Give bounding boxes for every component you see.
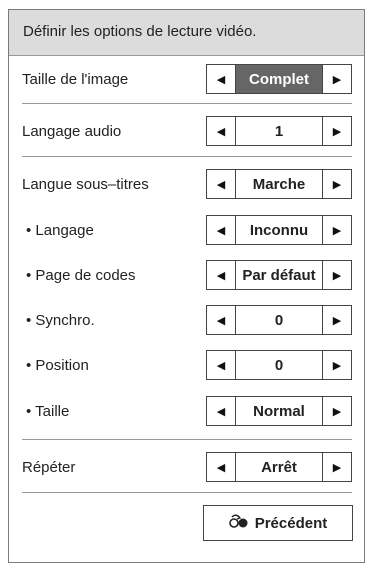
right-arrow-icon[interactable]: ▶ — [322, 260, 352, 290]
divider — [22, 492, 352, 493]
back-icon — [228, 514, 249, 532]
back-button[interactable]: Précédent — [203, 505, 353, 541]
option-selector: ◀ Complet ▶ — [206, 64, 352, 94]
option-selector: ◀ Inconnu ▶ — [206, 215, 352, 245]
option-row-language: • Langage ◀ Inconnu ▶ — [22, 213, 352, 247]
right-arrow-icon[interactable]: ▶ — [322, 215, 352, 245]
right-arrow-icon[interactable]: ▶ — [322, 116, 352, 146]
option-value[interactable]: Normal — [236, 396, 322, 426]
left-arrow-icon[interactable]: ◀ — [206, 452, 236, 482]
left-arrow-icon[interactable]: ◀ — [206, 305, 236, 335]
option-row-audio-language: Langage audio ◀ 1 ▶ — [22, 114, 352, 148]
left-arrow-icon[interactable]: ◀ — [206, 169, 236, 199]
option-label: Répéter — [22, 458, 76, 476]
option-label: • Page de codes — [26, 266, 136, 284]
right-arrow-icon[interactable]: ▶ — [322, 305, 352, 335]
left-arrow-icon[interactable]: ◀ — [206, 396, 236, 426]
option-row-subtitle-language: Langue sous–titres ◀ Marche ▶ — [22, 167, 352, 201]
divider — [22, 156, 352, 157]
option-selector: ◀ Marche ▶ — [206, 169, 352, 199]
right-arrow-icon[interactable]: ▶ — [322, 169, 352, 199]
right-arrow-icon[interactable]: ▶ — [322, 396, 352, 426]
option-label: • Taille — [26, 402, 70, 420]
left-arrow-icon[interactable]: ◀ — [206, 116, 236, 146]
back-button-label: Précédent — [254, 514, 328, 532]
divider — [22, 439, 352, 440]
option-label: • Position — [26, 356, 89, 374]
option-selector: ◀ 0 ▶ — [206, 350, 352, 380]
right-arrow-icon[interactable]: ▶ — [322, 350, 352, 380]
left-arrow-icon[interactable]: ◀ — [206, 350, 236, 380]
left-arrow-icon[interactable]: ◀ — [206, 64, 236, 94]
option-label: Langue sous–titres — [22, 175, 149, 193]
option-value[interactable]: Arrêt — [236, 452, 322, 482]
option-value[interactable]: 0 — [236, 305, 322, 335]
option-value[interactable]: Marche — [236, 169, 322, 199]
option-row-size: • Taille ◀ Normal ▶ — [22, 394, 352, 428]
option-label: • Synchro. — [26, 311, 95, 329]
option-value[interactable]: Inconnu — [236, 215, 322, 245]
option-row-image-size: Taille de l'image ◀ Complet ▶ — [22, 62, 352, 96]
left-arrow-icon[interactable]: ◀ — [206, 215, 236, 245]
right-arrow-icon[interactable]: ▶ — [322, 64, 352, 94]
option-row-sync: • Synchro. ◀ 0 ▶ — [22, 303, 352, 337]
option-row-code-page: • Page de codes ◀ Par défaut ▶ — [22, 258, 352, 292]
dialog-title: Définir les options de lecture vidéo. — [9, 10, 364, 56]
option-value[interactable]: 1 — [236, 116, 322, 146]
option-value[interactable]: Complet — [236, 64, 322, 94]
right-arrow-icon[interactable]: ▶ — [322, 452, 352, 482]
option-selector: ◀ Arrêt ▶ — [206, 452, 352, 482]
option-value[interactable]: 0 — [236, 350, 322, 380]
option-selector: ◀ 1 ▶ — [206, 116, 352, 146]
option-selector: ◀ Par défaut ▶ — [206, 260, 352, 290]
option-selector: ◀ Normal ▶ — [206, 396, 352, 426]
left-arrow-icon[interactable]: ◀ — [206, 260, 236, 290]
option-row-repeat: Répéter ◀ Arrêt ▶ — [22, 450, 352, 484]
divider — [22, 103, 352, 104]
option-label: Langage audio — [22, 122, 122, 140]
option-label: • Langage — [26, 221, 94, 239]
option-value[interactable]: Par défaut — [236, 260, 322, 290]
option-row-position: • Position ◀ 0 ▶ — [22, 348, 352, 382]
option-label: Taille de l'image — [22, 70, 129, 88]
option-selector: ◀ 0 ▶ — [206, 305, 352, 335]
